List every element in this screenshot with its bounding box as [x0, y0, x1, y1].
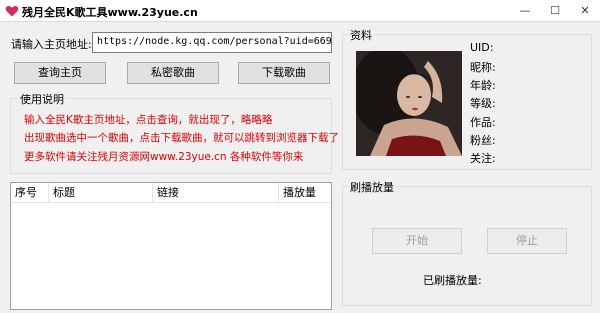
column-index[interactable]: 序号 [11, 183, 49, 203]
songs-table[interactable]: 序号 标题 链接 播放量 [10, 182, 332, 310]
works-label: 作品: [470, 116, 496, 129]
column-plays[interactable]: 播放量 [279, 183, 331, 203]
nickname-label: 昵称: [470, 61, 496, 74]
level-label: 等级: [470, 97, 496, 110]
age-label: 年龄: [470, 79, 496, 92]
stop-button[interactable]: 停止 [487, 228, 567, 254]
url-label: 请输入主页地址: [11, 38, 92, 51]
playcount-title: 刷播放量 [348, 179, 396, 195]
usage-line-1: 输入全民K歌主页地址，点击查询，就出现了，略略略 [24, 114, 273, 126]
avatar [356, 51, 462, 156]
private-songs-button[interactable]: 私密歌曲 [127, 62, 219, 84]
homepage-url-input[interactable]: https://node.kg.qq.com/personal?uid=669f… [92, 32, 332, 53]
usage-title: 使用说明 [18, 91, 66, 107]
minimize-button[interactable]: — [510, 0, 540, 22]
download-songs-button[interactable]: 下载歌曲 [238, 62, 330, 84]
query-homepage-button[interactable]: 查询主页 [14, 62, 106, 84]
column-link[interactable]: 链接 [153, 183, 279, 203]
fans-label: 粉丝: [470, 134, 496, 147]
column-title[interactable]: 标题 [49, 183, 153, 203]
app-heart-icon [5, 5, 19, 17]
played-count-label: 已刷播放量: [423, 274, 482, 287]
title-bar: 残月全民K歌工具www.23yue.cn — ☐ ✕ [0, 0, 600, 22]
usage-line-2: 出现歌曲选中一个歌曲，点击下载歌曲，就可以跳转到浏览器下载了 [24, 132, 339, 144]
table-header: 序号 标题 链接 播放量 [11, 183, 331, 203]
close-button[interactable]: ✕ [570, 0, 600, 22]
window-title: 残月全民K歌工具www.23yue.cn [22, 6, 198, 19]
uid-label: UID: [470, 41, 494, 54]
usage-line-3: 更多软件请关注残月资源网www.23yue.cn 各种软件等你来 [24, 151, 304, 163]
following-label: 关注: [470, 152, 496, 165]
profile-title: 资料 [348, 27, 374, 43]
start-button[interactable]: 开始 [372, 228, 462, 254]
maximize-button[interactable]: ☐ [540, 0, 570, 22]
avatar-photo [356, 51, 462, 156]
